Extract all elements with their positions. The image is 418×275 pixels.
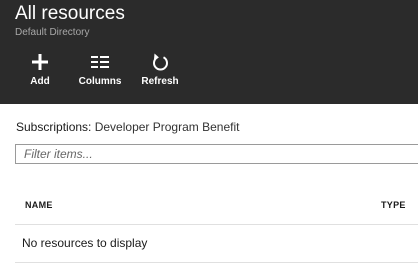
filter-input[interactable]: [15, 144, 418, 164]
columns-icon: [76, 53, 124, 71]
table-header: NAME TYPE: [15, 188, 418, 225]
columns-label: Columns: [78, 76, 122, 87]
refresh-button[interactable]: Refresh: [138, 51, 182, 91]
blade-header: All resources Default Directory Add Colu…: [0, 0, 418, 104]
page-title: All resources: [15, 3, 125, 24]
refresh-icon: [138, 53, 182, 71]
column-header-type[interactable]: TYPE: [381, 200, 406, 210]
directory-subtitle: Default Directory: [15, 27, 90, 38]
add-label: Add: [30, 76, 50, 87]
empty-state-message: No resources to display: [22, 236, 148, 250]
column-header-name[interactable]: NAME: [25, 200, 53, 210]
subscriptions-value[interactable]: Developer Program Benefit: [95, 120, 240, 134]
subscriptions-line: Subscriptions: Developer Program Benefit: [16, 120, 239, 134]
subscriptions-label: Subscriptions:: [16, 120, 92, 134]
columns-button[interactable]: Columns: [76, 51, 124, 91]
refresh-label: Refresh: [141, 76, 179, 87]
plus-icon: [24, 53, 56, 71]
add-button[interactable]: Add: [24, 51, 56, 91]
command-bar: Add Columns Refresh: [0, 51, 418, 91]
empty-state-row: No resources to display: [15, 225, 418, 263]
all-resources-blade: All resources Default Directory Add Colu…: [0, 0, 418, 275]
